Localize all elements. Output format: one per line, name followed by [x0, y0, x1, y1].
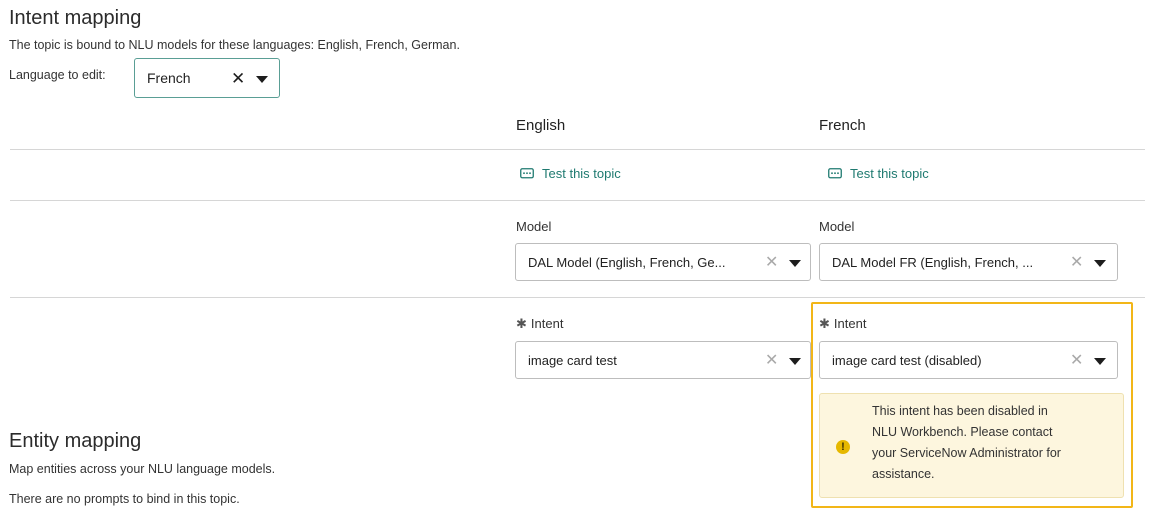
warning-line: assistance.	[872, 467, 935, 481]
clear-language-icon[interactable]: ✕	[231, 70, 245, 87]
intent-label-text: Intent	[530, 316, 564, 331]
model-label-french: Model	[819, 219, 855, 234]
row-divider	[10, 200, 1145, 201]
warning-line: your ServiceNow Administrator for	[872, 446, 1061, 460]
language-dropdown-caret-icon[interactable]	[256, 76, 268, 83]
clear-model-icon[interactable]: ✕	[765, 254, 778, 271]
intent-select-english[interactable]: image card test ✕	[515, 341, 811, 379]
clear-intent-icon[interactable]: ✕	[765, 352, 778, 369]
column-heading-english: English	[516, 117, 566, 134]
model-dropdown-caret-icon[interactable]	[789, 260, 801, 267]
test-topic-label: Test this topic	[850, 166, 929, 181]
warning-message: This intent has been disabled in NLU Wor…	[872, 401, 1061, 485]
chat-bubble-icon	[828, 167, 842, 178]
test-topic-link-english[interactable]: Test this topic	[520, 166, 621, 181]
clear-intent-icon[interactable]: ✕	[1070, 352, 1083, 369]
row-divider	[10, 149, 1145, 150]
language-select-value: French	[147, 70, 191, 86]
language-label: Language to edit:	[9, 68, 106, 82]
entity-mapping-description: Map entities across your NLU language mo…	[9, 462, 276, 476]
intent-select-value: image card test (disabled)	[832, 353, 982, 368]
model-label-english: Model	[516, 219, 552, 234]
disabled-intent-warning: ! This intent has been disabled in NLU W…	[819, 393, 1124, 498]
row-divider	[10, 297, 1145, 298]
warning-line: NLU Workbench. Please contact	[872, 425, 1053, 439]
entity-mapping-title: Entity mapping	[9, 430, 142, 452]
test-topic-label: Test this topic	[542, 166, 621, 181]
column-heading-french: French	[819, 117, 866, 134]
intent-label-french: ✱ Intent	[819, 316, 866, 332]
warning-line: This intent has been disabled in	[872, 404, 1048, 418]
model-select-value: DAL Model FR (English, French, ...	[832, 255, 1034, 270]
test-topic-link-french[interactable]: Test this topic	[828, 166, 929, 181]
intent-dropdown-caret-icon[interactable]	[1094, 358, 1106, 365]
intent-dropdown-caret-icon[interactable]	[789, 358, 801, 365]
intent-select-value: image card test	[528, 353, 617, 368]
model-select-value: DAL Model (English, French, Ge...	[528, 255, 726, 270]
exclamation-icon: !	[836, 440, 850, 454]
intent-mapping-title: Intent mapping	[9, 7, 142, 29]
intent-label-text: Intent	[833, 316, 867, 331]
asterisk-icon: ✱	[516, 316, 527, 331]
no-prompts-message: There are no prompts to bind in this top…	[9, 492, 240, 506]
model-dropdown-caret-icon[interactable]	[1094, 260, 1106, 267]
clear-model-icon[interactable]: ✕	[1070, 254, 1083, 271]
intent-label-english: ✱ Intent	[516, 316, 563, 332]
model-select-english[interactable]: DAL Model (English, French, Ge... ✕	[515, 243, 811, 281]
asterisk-icon: ✱	[819, 316, 830, 331]
language-select[interactable]: French ✕	[134, 58, 280, 98]
model-select-french[interactable]: DAL Model FR (English, French, ... ✕	[819, 243, 1118, 281]
intent-select-french[interactable]: image card test (disabled) ✕	[819, 341, 1118, 379]
intent-mapping-description: The topic is bound to NLU models for the…	[9, 38, 460, 52]
chat-bubble-icon	[520, 167, 534, 178]
